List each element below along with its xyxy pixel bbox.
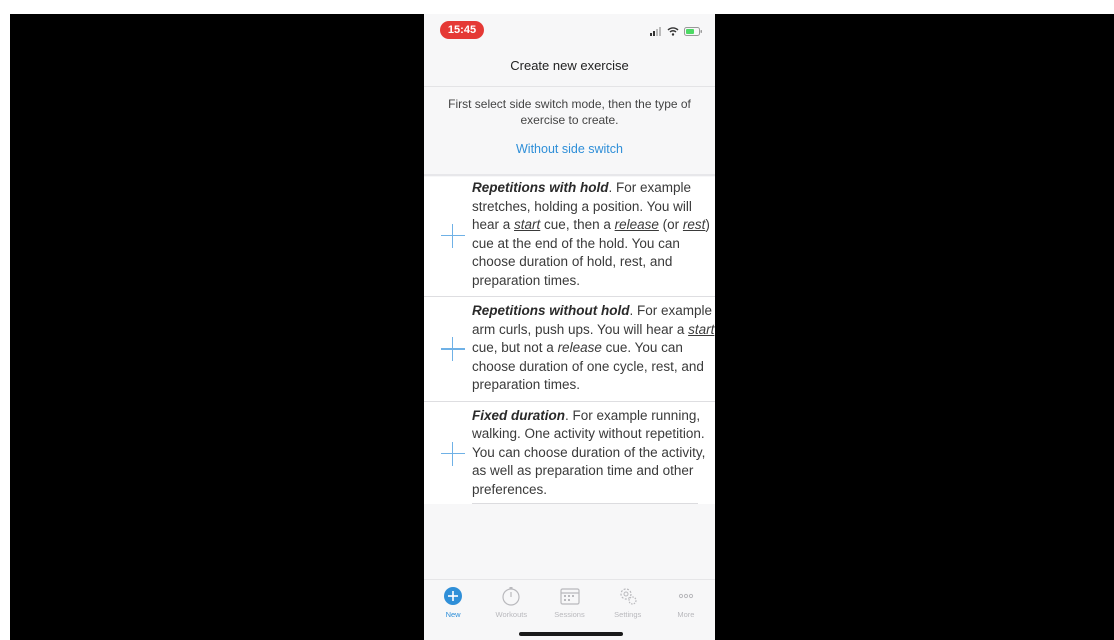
exercise-type-title: Repetitions without hold — [472, 303, 630, 318]
nav-divider — [424, 86, 715, 87]
tab-bar: New Workouts Sessions Settings More — [424, 579, 715, 640]
exercise-type-card[interactable]: Fixed duration. For example running, wal… — [424, 405, 715, 504]
tab-workouts[interactable]: Workouts — [482, 580, 540, 640]
tab-label: More — [677, 610, 695, 619]
tab-label: Settings — [614, 610, 642, 619]
status-time: 15:45 — [440, 21, 484, 39]
screen: 15:45 Create new exercise First select s… — [0, 0, 1114, 640]
plus-icon[interactable] — [441, 337, 465, 362]
tab-more[interactable]: More — [657, 580, 715, 640]
tab-sessions[interactable]: Sessions — [540, 580, 598, 640]
tab-new[interactable]: New — [424, 580, 482, 640]
more-icon — [675, 585, 697, 607]
battery-icon — [684, 26, 702, 36]
tab-label: Sessions — [554, 610, 585, 619]
exercise-type-description: Repetitions without hold. For example ar… — [472, 300, 715, 399]
description-segment: rest — [682, 217, 706, 232]
stopwatch-icon — [500, 585, 522, 607]
description-segment: start — [688, 321, 715, 337]
exercise-type-list: Repetitions with hold. For example stret… — [424, 177, 715, 504]
plus-circle-icon — [442, 585, 464, 607]
description-segment: release — [557, 340, 602, 355]
exercise-type-title: Repetitions with hold — [472, 180, 609, 195]
card-separator — [472, 503, 698, 504]
side-switch-mode-link[interactable]: Without side switch — [424, 142, 715, 156]
plus-icon[interactable] — [441, 223, 465, 248]
description-segment: cue, then a — [540, 217, 615, 232]
exercise-type-title: Fixed duration — [472, 407, 566, 423]
tab-label: Workouts — [495, 610, 528, 619]
tab-settings[interactable]: Settings — [599, 580, 657, 640]
signal-icon — [650, 26, 661, 36]
wifi-icon — [667, 27, 679, 36]
calendar-icon — [559, 585, 581, 607]
exercise-type-description: Fixed duration. For example running, wal… — [472, 405, 715, 504]
status-icons — [650, 24, 703, 38]
tab-label: New — [445, 610, 461, 619]
plus-icon[interactable] — [441, 441, 465, 466]
exercise-type-description: Repetitions with hold. For example stret… — [472, 177, 715, 294]
description-segment: release — [614, 217, 659, 232]
intro-text: First select side switch mode, then the … — [448, 97, 691, 127]
home-indicator — [519, 632, 623, 636]
description-segment: start — [514, 217, 541, 232]
status-bar: 15:45 — [424, 14, 715, 50]
list-divider — [424, 174, 715, 176]
page-title: Create new exercise — [510, 58, 629, 73]
exercise-type-card[interactable]: Repetitions with hold. For example stret… — [424, 177, 715, 294]
description-segment: cue, but not a — [472, 340, 558, 355]
gear-icon — [617, 585, 639, 607]
exercise-type-card[interactable]: Repetitions without hold. For example ar… — [424, 300, 715, 399]
phone-screen: 15:45 Create new exercise First select s… — [424, 14, 715, 640]
description-segment: (or — [658, 217, 683, 232]
